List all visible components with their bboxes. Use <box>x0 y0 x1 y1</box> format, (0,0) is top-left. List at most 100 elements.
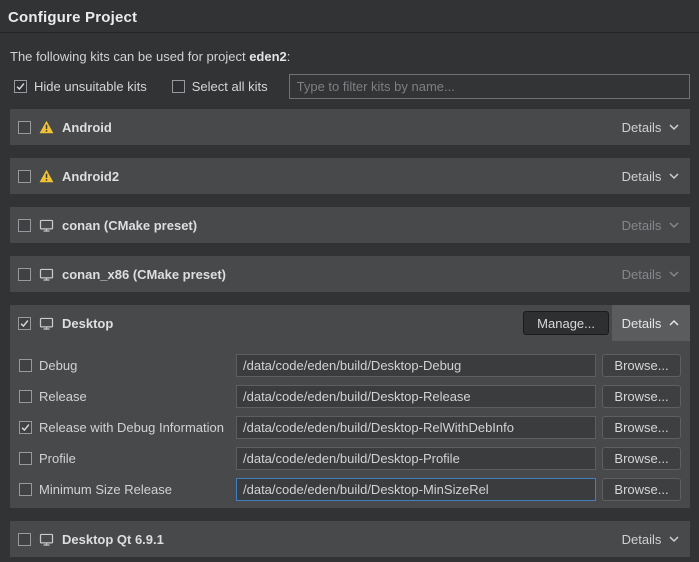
hide-unsuitable-kits-label: Hide unsuitable kits <box>34 79 147 94</box>
checkbox-icon <box>19 421 32 434</box>
checkbox-icon <box>18 268 31 281</box>
details-button[interactable]: Details <box>612 109 690 145</box>
warning-icon <box>39 120 54 134</box>
build-config-row: Minimum Size Release Browse... <box>19 478 682 501</box>
build-config-row: Release with Debug Information Browse... <box>19 416 682 439</box>
kit-row: conan (CMake preset) Details <box>10 207 690 243</box>
details-label: Details <box>622 120 662 135</box>
intro-text-before: The following kits can be used for proje… <box>10 49 249 64</box>
warning-icon <box>39 169 54 183</box>
build-config-checkbox[interactable] <box>19 359 32 372</box>
build-config-label: Release with Debug Information <box>39 420 236 435</box>
build-config-label: Debug <box>39 358 236 373</box>
chevron-down-icon <box>668 270 680 278</box>
chevron-up-icon <box>668 319 680 327</box>
desktop-icon <box>39 532 54 547</box>
title-divider <box>0 32 699 33</box>
chevron-down-icon <box>668 221 680 229</box>
kit-filter-input[interactable] <box>289 74 690 99</box>
intro-text-after: : <box>287 49 291 64</box>
kit-name: Desktop <box>62 316 113 331</box>
details-label: Details <box>622 169 662 184</box>
checkbox-icon <box>19 390 32 403</box>
kit-header-0[interactable]: Android Details <box>10 109 690 145</box>
checkbox-icon <box>19 452 32 465</box>
details-button[interactable]: Details <box>612 207 690 243</box>
browse-button[interactable]: Browse... <box>602 354 681 377</box>
manage-kits-button[interactable]: Manage... <box>523 311 609 335</box>
details-button[interactable]: Details <box>612 158 690 194</box>
desktop-icon <box>39 267 54 282</box>
browse-button[interactable]: Browse... <box>602 478 681 501</box>
details-label: Details <box>622 267 662 282</box>
kit-row: Desktop Qt 6.9.1 Details <box>10 521 690 557</box>
build-config-checkbox[interactable] <box>19 452 32 465</box>
build-dir-input[interactable] <box>236 447 596 470</box>
build-config-checkbox[interactable] <box>19 390 32 403</box>
checkbox-icon <box>18 121 31 134</box>
checkbox-icon <box>18 170 31 183</box>
build-dir-input[interactable] <box>236 385 596 408</box>
intro-text: The following kits can be used for proje… <box>10 49 689 64</box>
kit-row: DesktopManage...DetailsDebugBrowse...Rel… <box>10 305 690 508</box>
checkbox-icon <box>19 483 32 496</box>
kit-name: Android2 <box>62 169 119 184</box>
build-config-row: Debug Browse... <box>19 354 682 377</box>
details-label: Details <box>622 218 662 233</box>
checkbox-icon <box>172 80 185 93</box>
kit-header-1[interactable]: Android2 Details <box>10 158 690 194</box>
checkbox-icon <box>18 317 31 330</box>
checkbox-icon <box>18 219 31 232</box>
build-config-label: Minimum Size Release <box>39 482 236 497</box>
kit-row: Android2 Details <box>10 158 690 194</box>
kit-details-body: DebugBrowse...ReleaseBrowse...Release wi… <box>10 341 690 508</box>
build-config-row: Profile Browse... <box>19 447 682 470</box>
details-button[interactable]: Details <box>612 305 690 341</box>
project-name: eden2 <box>249 49 287 64</box>
kit-header-5[interactable]: Desktop Qt 6.9.1 Details <box>10 521 690 557</box>
kit-checkbox[interactable] <box>18 533 31 546</box>
hide-unsuitable-kits-checkbox[interactable]: Hide unsuitable kits <box>14 79 147 94</box>
configure-project-panel: Configure Project The following kits can… <box>0 0 699 562</box>
kit-header-4[interactable]: Desktop Manage...Details <box>10 305 690 341</box>
kit-header-3[interactable]: conan_x86 (CMake preset) Details <box>10 256 690 292</box>
kit-checkbox[interactable] <box>18 219 31 232</box>
desktop-icon <box>39 218 54 233</box>
kit-row: Android Details <box>10 109 690 145</box>
details-label: Details <box>622 532 662 547</box>
kit-checkbox[interactable] <box>18 170 31 183</box>
page-title: Configure Project <box>0 0 699 32</box>
build-dir-input[interactable] <box>236 478 596 501</box>
filter-row: Hide unsuitable kits Select all kits <box>14 74 690 99</box>
checkbox-icon <box>18 533 31 546</box>
checkbox-icon <box>14 80 27 93</box>
build-dir-input[interactable] <box>236 416 596 439</box>
kit-row: conan_x86 (CMake preset) Details <box>10 256 690 292</box>
build-config-label: Profile <box>39 451 236 466</box>
build-config-label: Release <box>39 389 236 404</box>
kit-name: conan (CMake preset) <box>62 218 197 233</box>
kit-name: Desktop Qt 6.9.1 <box>62 532 164 547</box>
build-dir-input[interactable] <box>236 354 596 377</box>
browse-button[interactable]: Browse... <box>602 385 681 408</box>
build-config-checkbox[interactable] <box>19 483 32 496</box>
kit-checkbox[interactable] <box>18 317 31 330</box>
checkbox-icon <box>19 359 32 372</box>
build-config-checkbox[interactable] <box>19 421 32 434</box>
build-config-row: Release Browse... <box>19 385 682 408</box>
browse-button[interactable]: Browse... <box>602 416 681 439</box>
kit-list: AndroidDetailsAndroid2Detailsconan (CMak… <box>10 109 690 557</box>
select-all-kits-label: Select all kits <box>192 79 268 94</box>
kit-header-2[interactable]: conan (CMake preset) Details <box>10 207 690 243</box>
chevron-down-icon <box>668 172 680 180</box>
kit-checkbox[interactable] <box>18 121 31 134</box>
browse-button[interactable]: Browse... <box>602 447 681 470</box>
details-button[interactable]: Details <box>612 521 690 557</box>
chevron-down-icon <box>668 123 680 131</box>
kit-name: conan_x86 (CMake preset) <box>62 267 226 282</box>
kit-name: Android <box>62 120 112 135</box>
kit-checkbox[interactable] <box>18 268 31 281</box>
details-button[interactable]: Details <box>612 256 690 292</box>
select-all-kits-checkbox[interactable]: Select all kits <box>172 79 268 94</box>
chevron-down-icon <box>668 535 680 543</box>
